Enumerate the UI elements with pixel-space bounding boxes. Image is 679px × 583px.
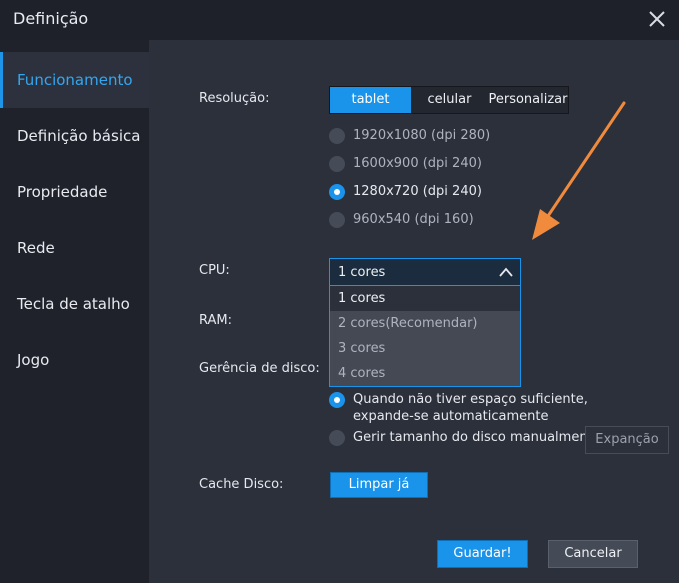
clear-cache-button[interactable]: Limpar já: [330, 472, 428, 498]
tab-personalizar[interactable]: Personalizar: [488, 87, 568, 113]
radio-icon: [329, 128, 345, 144]
close-icon[interactable]: [645, 7, 669, 31]
cpu-dropdown-list: 1 cores 2 cores(Recomendar) 3 cores 4 co…: [329, 286, 521, 387]
window-title: Definição: [13, 9, 89, 28]
sidebar-item-jogo[interactable]: Jogo: [0, 332, 149, 388]
tab-celular[interactable]: celular: [411, 87, 488, 113]
cpu-select[interactable]: 1 cores: [329, 258, 521, 286]
radio-icon: [329, 156, 345, 172]
sidebar-item-propriedade[interactable]: Propriedade: [0, 164, 149, 220]
resolution-option-label: 1280x720 (dpi 240): [353, 184, 482, 199]
sidebar-item-funcionamento[interactable]: Funcionamento: [0, 52, 149, 108]
cache-label: Cache Disco:: [199, 477, 284, 492]
expand-disk-button[interactable]: Expanção: [585, 426, 669, 454]
resolution-option-label: 960x540 (dpi 160): [353, 212, 474, 227]
cancel-button[interactable]: Cancelar: [548, 540, 638, 568]
disk-auto-expand-line2: expande-se automaticamente: [353, 409, 549, 424]
radio-icon: [329, 212, 345, 228]
radio-checked-icon: [329, 392, 345, 408]
radio-icon: [329, 430, 345, 446]
cpu-option-3[interactable]: 3 cores: [330, 336, 520, 361]
resolution-label: Resolução:: [199, 91, 270, 106]
cpu-label: CPU:: [199, 263, 230, 278]
save-button[interactable]: Guardar!: [437, 540, 528, 568]
title-bar: Definição: [0, 0, 679, 40]
sidebar-item-tecla-de-atalho[interactable]: Tecla de atalho: [0, 276, 149, 332]
disk-auto-expand-line1: Quando não tiver espaço suficiente,: [353, 392, 588, 407]
resolution-mode-tabs: tablet celular Personalizar: [329, 86, 569, 114]
cpu-option-4[interactable]: 4 cores: [330, 361, 520, 386]
sidebar-item-definicao-basica[interactable]: Definição básica: [0, 108, 149, 164]
disk-manual-label: Gerir tamanho do disco manualmente: [353, 430, 601, 445]
tab-tablet[interactable]: tablet: [330, 87, 411, 113]
cpu-select-value: 1 cores: [338, 265, 386, 280]
cpu-option-2[interactable]: 2 cores(Recomendar): [330, 311, 520, 336]
sidebar: Funcionamento Definição básica Proprieda…: [0, 40, 149, 583]
radio-checked-icon: [329, 184, 345, 200]
ram-label: RAM:: [199, 313, 232, 328]
resolution-option-label: 1600x900 (dpi 240): [353, 156, 482, 171]
chevron-up-icon: [499, 267, 513, 277]
sidebar-item-rede[interactable]: Rede: [0, 220, 149, 276]
disk-label: Gerência de disco:: [199, 361, 320, 376]
resolution-option-label: 1920x1080 (dpi 280): [353, 128, 491, 143]
cpu-option-1[interactable]: 1 cores: [330, 286, 520, 311]
